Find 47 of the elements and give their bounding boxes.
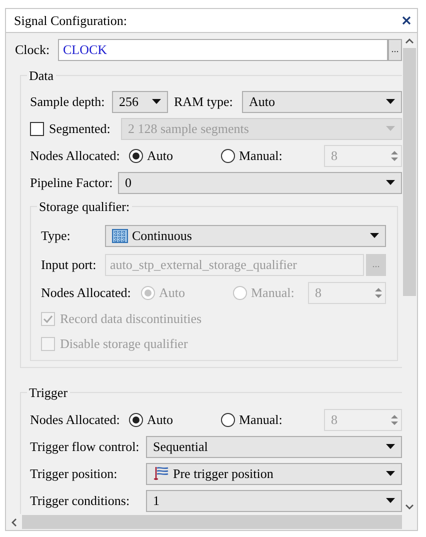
clock-label: Clock: <box>15 41 51 60</box>
browse-button[interactable]: ... <box>388 39 402 61</box>
radio-button[interactable] <box>221 412 235 426</box>
manual-option-label[interactable]: Manual: <box>239 410 282 430</box>
trigger-conditions-label: Trigger conditions: <box>30 492 131 510</box>
dropdown-caret-icon <box>386 99 395 104</box>
auto-option-label[interactable]: Auto <box>147 410 173 430</box>
flag-icon <box>153 466 169 481</box>
pipeline-factor-label: Pipeline Factor: <box>30 174 114 192</box>
segmented-label: Segmented: <box>49 120 112 138</box>
dropdown[interactable]: Continuous <box>105 224 386 246</box>
dropdown[interactable]: Sequential <box>146 436 402 458</box>
scrollbar-thumb[interactable] <box>403 48 416 296</box>
trigger-flow-label: Trigger flow control: <box>30 438 140 456</box>
dropdown[interactable]: 0 <box>118 172 402 194</box>
dropdown-caret-icon <box>386 180 395 185</box>
dropdown-caret-icon <box>370 233 379 238</box>
close-icon[interactable] <box>402 16 411 25</box>
scroll-left-icon[interactable] <box>11 518 17 526</box>
dropdown[interactable]: Auto <box>242 90 402 112</box>
nodes-allocated-label: Nodes Allocated: <box>30 410 121 429</box>
panel-title: Signal Configuration: <box>14 12 128 30</box>
dropdown[interactable]: 256 <box>112 90 168 112</box>
radio-button[interactable] <box>129 148 143 162</box>
nodes-allocated-label: Nodes Allocated: <box>41 284 132 302</box>
auto-option-label[interactable]: Auto <box>147 146 173 166</box>
sample-depth-label: Sample depth: <box>30 92 106 111</box>
scroll-down-icon[interactable] <box>405 504 414 510</box>
clock-field[interactable]: CLOCK <box>58 39 388 61</box>
type-label: Type: <box>41 226 72 245</box>
pattern-icon <box>112 228 128 242</box>
scrollbar-thumb[interactable] <box>22 515 402 529</box>
dropdown-caret-icon <box>386 444 395 449</box>
dropdown[interactable]: Pre trigger position <box>146 462 402 484</box>
nodes-allocated-label: Nodes Allocated: <box>30 146 121 165</box>
scroll-up-icon[interactable] <box>405 38 414 44</box>
manual-option-label[interactable]: Manual: <box>239 146 282 166</box>
input-port-label: Input port: <box>41 256 98 274</box>
dropdown-caret-icon <box>386 126 395 131</box>
dropdown-caret-icon <box>152 99 161 104</box>
trigger-position-label: Trigger position: <box>30 464 118 483</box>
dropdown-caret-icon <box>386 498 395 503</box>
radio-button[interactable] <box>129 412 143 426</box>
ram-type-label: RAM type: <box>174 92 234 111</box>
radio-button[interactable] <box>221 148 235 162</box>
dropdown[interactable]: 1 <box>146 490 402 512</box>
dropdown-caret-icon <box>386 471 395 476</box>
